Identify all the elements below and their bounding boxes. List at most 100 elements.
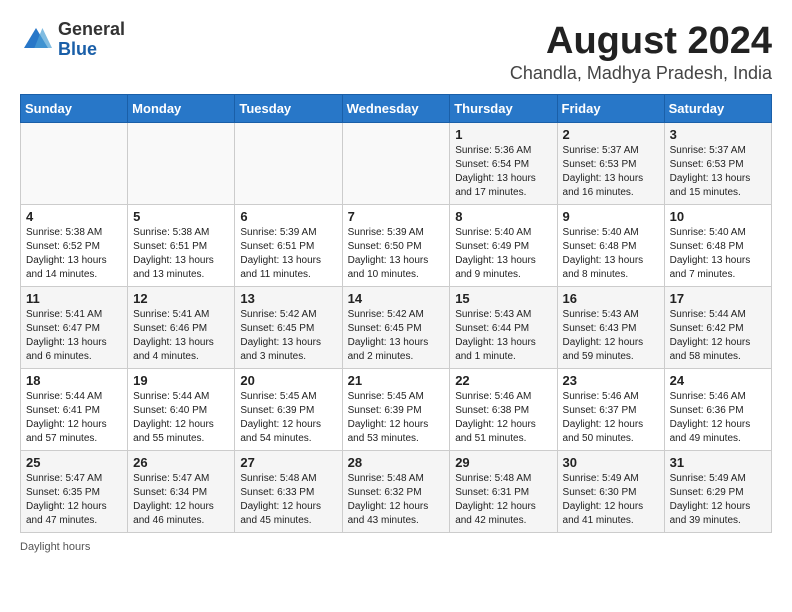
day-number: 20: [240, 373, 336, 388]
day-info: Sunrise: 5:47 AM Sunset: 6:35 PM Dayligh…: [26, 472, 122, 528]
day-number: 21: [348, 373, 445, 388]
day-number: 6: [240, 209, 336, 224]
day-info: Sunrise: 5:37 AM Sunset: 6:53 PM Dayligh…: [563, 144, 659, 200]
calendar-cell: 19 Sunrise: 5:44 AM Sunset: 6:40 PM Dayli…: [128, 369, 235, 451]
calendar-cell: 15Sunrise: 5:43 AM Sunset: 6:44 PM Dayli…: [450, 287, 557, 369]
day-info: Sunrise: 5:44 AM Sunset: 6:40 PM Dayligh…: [133, 390, 229, 446]
calendar-week-3: 11 Sunrise: 5:41 AM Sunset: 6:47 PM Dayli…: [21, 287, 772, 369]
calendar-table: SundayMondayTuesdayWednesdayThursdayFrid…: [20, 94, 772, 533]
day-info: Sunrise: 5:39 AM Sunset: 6:51 PM Dayligh…: [240, 226, 336, 282]
day-number: 19: [133, 373, 229, 388]
day-info: Sunrise: 5:38 AM Sunset: 6:51 PM Dayligh…: [133, 226, 229, 282]
day-info: Sunrise: 5:44 AM Sunset: 6:42 PM Dayligh…: [670, 308, 766, 364]
title-area: August 2024 Chandla, Madhya Pradesh, Ind…: [510, 20, 772, 84]
day-number: 11: [26, 291, 122, 306]
calendar-cell: 9 Sunrise: 5:40 AM Sunset: 6:48 PM Daylig…: [557, 205, 664, 287]
calendar-cell: 17Sunrise: 5:44 AM Sunset: 6:42 PM Dayli…: [664, 287, 771, 369]
day-info: Sunrise: 5:39 AM Sunset: 6:50 PM Dayligh…: [348, 226, 445, 282]
logo-icon: [20, 24, 52, 56]
calendar-cell: [235, 123, 342, 205]
calendar-week-5: 25 Sunrise: 5:47 AM Sunset: 6:35 PM Dayli…: [21, 451, 772, 533]
calendar-cell: 16 Sunrise: 5:43 AM Sunset: 6:43 PM Dayli…: [557, 287, 664, 369]
day-info: Sunrise: 5:48 AM Sunset: 6:33 PM Dayligh…: [240, 472, 336, 528]
calendar-cell: 22 Sunrise: 5:46 AM Sunset: 6:38 PM Dayli…: [450, 369, 557, 451]
day-info: Sunrise: 5:41 AM Sunset: 6:47 PM Dayligh…: [26, 308, 122, 364]
day-number: 7: [348, 209, 445, 224]
calendar-cell: 27Sunrise: 5:48 AM Sunset: 6:33 PM Dayli…: [235, 451, 342, 533]
calendar-cell: 4 Sunrise: 5:38 AM Sunset: 6:52 PM Daylig…: [21, 205, 128, 287]
day-info: Sunrise: 5:48 AM Sunset: 6:32 PM Dayligh…: [348, 472, 445, 528]
day-number: 1: [455, 127, 551, 142]
day-number: 12: [133, 291, 229, 306]
day-info: Sunrise: 5:46 AM Sunset: 6:38 PM Dayligh…: [455, 390, 551, 446]
day-number: 5: [133, 209, 229, 224]
calendar-header-saturday: Saturday: [664, 95, 771, 123]
day-number: 4: [26, 209, 122, 224]
calendar-week-2: 4 Sunrise: 5:38 AM Sunset: 6:52 PM Daylig…: [21, 205, 772, 287]
calendar-cell: 23Sunrise: 5:46 AM Sunset: 6:37 PM Dayli…: [557, 369, 664, 451]
day-info: Sunrise: 5:43 AM Sunset: 6:43 PM Dayligh…: [563, 308, 659, 364]
calendar-cell: 21 Sunrise: 5:45 AM Sunset: 6:39 PM Dayli…: [342, 369, 450, 451]
calendar-header-sunday: Sunday: [21, 95, 128, 123]
day-number: 13: [240, 291, 336, 306]
day-number: 14: [348, 291, 445, 306]
day-info: Sunrise: 5:46 AM Sunset: 6:36 PM Dayligh…: [670, 390, 766, 446]
calendar-cell: 31Sunrise: 5:49 AM Sunset: 6:29 PM Dayli…: [664, 451, 771, 533]
day-info: Sunrise: 5:42 AM Sunset: 6:45 PM Dayligh…: [240, 308, 336, 364]
day-number: 10: [670, 209, 766, 224]
day-number: 16: [563, 291, 659, 306]
day-number: 8: [455, 209, 551, 224]
day-info: Sunrise: 5:40 AM Sunset: 6:48 PM Dayligh…: [670, 226, 766, 282]
calendar-cell: 29Sunrise: 5:48 AM Sunset: 6:31 PM Dayli…: [450, 451, 557, 533]
page-subtitle: Chandla, Madhya Pradesh, India: [510, 63, 772, 84]
day-info: Sunrise: 5:45 AM Sunset: 6:39 PM Dayligh…: [348, 390, 445, 446]
day-number: 25: [26, 455, 122, 470]
footer-note: Daylight hours: [20, 541, 772, 553]
day-number: 30: [563, 455, 659, 470]
day-info: Sunrise: 5:47 AM Sunset: 6:34 PM Dayligh…: [133, 472, 229, 528]
day-number: 29: [455, 455, 551, 470]
calendar-cell: 24Sunrise: 5:46 AM Sunset: 6:36 PM Dayli…: [664, 369, 771, 451]
calendar-cell: 14 Sunrise: 5:42 AM Sunset: 6:45 PM Dayli…: [342, 287, 450, 369]
day-number: 3: [670, 127, 766, 142]
day-number: 18: [26, 373, 122, 388]
day-info: Sunrise: 5:42 AM Sunset: 6:45 PM Dayligh…: [348, 308, 445, 364]
calendar-cell: [21, 123, 128, 205]
calendar-cell: 8 Sunrise: 5:40 AM Sunset: 6:49 PM Daylig…: [450, 205, 557, 287]
day-info: Sunrise: 5:37 AM Sunset: 6:53 PM Dayligh…: [670, 144, 766, 200]
calendar-cell: [342, 123, 450, 205]
calendar-cell: 26 Sunrise: 5:47 AM Sunset: 6:34 PM Dayli…: [128, 451, 235, 533]
calendar-cell: 1Sunrise: 5:36 AM Sunset: 6:54 PM Daylig…: [450, 123, 557, 205]
calendar-cell: 6 Sunrise: 5:39 AM Sunset: 6:51 PM Daylig…: [235, 205, 342, 287]
calendar-cell: 25 Sunrise: 5:47 AM Sunset: 6:35 PM Dayli…: [21, 451, 128, 533]
day-info: Sunrise: 5:38 AM Sunset: 6:52 PM Dayligh…: [26, 226, 122, 282]
calendar-cell: 3 Sunrise: 5:37 AM Sunset: 6:53 PM Daylig…: [664, 123, 771, 205]
calendar-header-row: SundayMondayTuesdayWednesdayThursdayFrid…: [21, 95, 772, 123]
page-header: General Blue August 2024 Chandla, Madhya…: [20, 20, 772, 84]
calendar-cell: 30 Sunrise: 5:49 AM Sunset: 6:30 PM Dayli…: [557, 451, 664, 533]
calendar-cell: 12 Sunrise: 5:41 AM Sunset: 6:46 PM Dayli…: [128, 287, 235, 369]
logo-line2: Blue: [58, 40, 125, 60]
day-info: Sunrise: 5:41 AM Sunset: 6:46 PM Dayligh…: [133, 308, 229, 364]
day-number: 15: [455, 291, 551, 306]
calendar-week-1: 1Sunrise: 5:36 AM Sunset: 6:54 PM Daylig…: [21, 123, 772, 205]
day-info: Sunrise: 5:46 AM Sunset: 6:37 PM Dayligh…: [563, 390, 659, 446]
day-number: 26: [133, 455, 229, 470]
calendar-header-wednesday: Wednesday: [342, 95, 450, 123]
day-number: 31: [670, 455, 766, 470]
day-info: Sunrise: 5:40 AM Sunset: 6:48 PM Dayligh…: [563, 226, 659, 282]
calendar-header-monday: Monday: [128, 95, 235, 123]
day-number: 28: [348, 455, 445, 470]
day-number: 22: [455, 373, 551, 388]
page-title: August 2024: [510, 20, 772, 63]
calendar-cell: 11 Sunrise: 5:41 AM Sunset: 6:47 PM Dayli…: [21, 287, 128, 369]
logo: General Blue: [20, 20, 125, 60]
day-number: 2: [563, 127, 659, 142]
calendar-cell: 13 Sunrise: 5:42 AM Sunset: 6:45 PM Dayli…: [235, 287, 342, 369]
calendar-cell: 2 Sunrise: 5:37 AM Sunset: 6:53 PM Daylig…: [557, 123, 664, 205]
day-info: Sunrise: 5:49 AM Sunset: 6:30 PM Dayligh…: [563, 472, 659, 528]
calendar-header-thursday: Thursday: [450, 95, 557, 123]
day-number: 9: [563, 209, 659, 224]
day-info: Sunrise: 5:44 AM Sunset: 6:41 PM Dayligh…: [26, 390, 122, 446]
day-info: Sunrise: 5:40 AM Sunset: 6:49 PM Dayligh…: [455, 226, 551, 282]
